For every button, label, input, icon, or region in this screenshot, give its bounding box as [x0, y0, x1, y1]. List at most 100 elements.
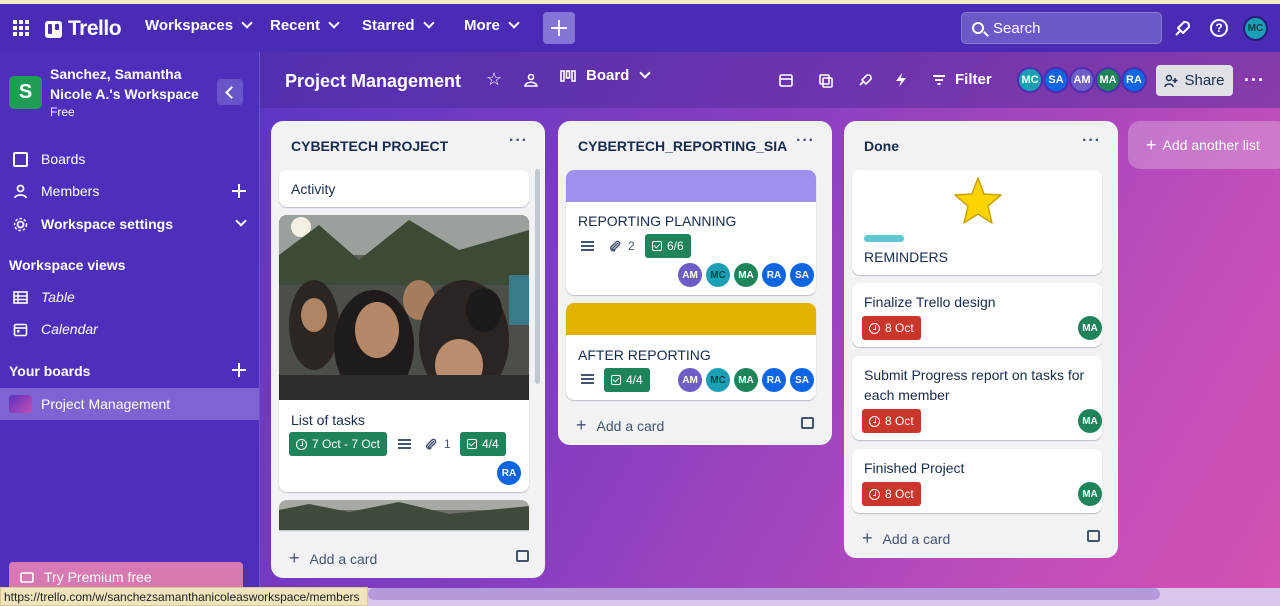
- list-scrollbar[interactable]: [535, 169, 540, 384]
- list-menu-icon[interactable]: ···: [796, 132, 815, 150]
- card-activity[interactable]: Activity: [279, 170, 529, 207]
- sidebar-board-project-management[interactable]: Project Management: [0, 388, 259, 420]
- premium-icon: [20, 572, 34, 583]
- board-view-label: Board: [586, 67, 630, 84]
- filter-button[interactable]: Filter: [932, 71, 992, 88]
- automation-bolt-icon[interactable]: [893, 72, 909, 88]
- recent-menu[interactable]: Recent: [270, 17, 340, 34]
- due-date-badge[interactable]: 8 Oct: [862, 482, 921, 506]
- sidebar-item-calendar[interactable]: Calendar: [0, 313, 259, 345]
- card-member-avatar[interactable]: MC: [706, 368, 730, 392]
- board-view-switcher[interactable]: Board: [560, 67, 652, 84]
- board-member-avatar[interactable]: AM: [1069, 67, 1095, 93]
- board-member-avatar[interactable]: SA: [1043, 67, 1069, 93]
- calendar-power-up-icon[interactable]: [778, 72, 794, 88]
- card-member-avatar[interactable]: MC: [706, 263, 730, 287]
- card-label-color[interactable]: [864, 235, 904, 242]
- star-sticker-icon: [954, 177, 1002, 224]
- card-member-avatar[interactable]: MA: [1078, 316, 1102, 340]
- sidebar-item-members[interactable]: Members: [0, 175, 259, 207]
- card-cover-photo: [279, 215, 529, 400]
- due-date-badge[interactable]: 8 Oct: [862, 316, 921, 340]
- add-card-button[interactable]: + Add a card: [862, 528, 950, 549]
- list-title[interactable]: CYBERTECH PROJECT: [291, 138, 448, 154]
- card-finalize-trello-design[interactable]: Finalize Trello design 8 Oct MA: [852, 283, 1102, 347]
- create-board-icon[interactable]: [232, 363, 246, 377]
- share-button[interactable]: Share: [1156, 65, 1233, 96]
- card-member-avatar[interactable]: MA: [734, 368, 758, 392]
- add-list-label: Add another list: [1162, 137, 1260, 153]
- power-ups-rocket-icon[interactable]: [857, 72, 873, 88]
- add-another-list-button[interactable]: + Add another list: [1128, 121, 1280, 169]
- browser-status-url: https://trello.com/w/sanchezsamanthanico…: [0, 587, 368, 606]
- starred-menu[interactable]: Starred: [362, 17, 435, 34]
- card-reminders[interactable]: REMINDERS: [852, 170, 1102, 275]
- checklist-count: 4/4: [482, 437, 499, 451]
- app-switcher-icon[interactable]: [13, 20, 29, 36]
- chevron-down-icon: [639, 67, 652, 79]
- card-template-icon[interactable]: [516, 550, 529, 562]
- card-member-avatar[interactable]: RA: [497, 461, 521, 485]
- table-icon: [13, 290, 28, 304]
- list-title[interactable]: Done: [864, 138, 899, 154]
- card-member-avatar[interactable]: MA: [734, 263, 758, 287]
- card-submit-progress-report[interactable]: Submit Progress report on tasks for each…: [852, 356, 1102, 440]
- sidebar-item-label: Members: [41, 183, 100, 199]
- card-member-avatar[interactable]: AM: [678, 368, 702, 392]
- board-member-avatar[interactable]: RA: [1121, 67, 1147, 93]
- board-member-avatar[interactable]: MA: [1095, 67, 1121, 93]
- more-menu[interactable]: More: [464, 17, 520, 34]
- sidebar-item-boards[interactable]: Boards: [0, 143, 259, 175]
- star-icon[interactable]: ☆: [486, 69, 502, 90]
- card-cover-color: [566, 303, 816, 335]
- card-aging-icon[interactable]: [818, 72, 834, 88]
- date-badge[interactable]: 7 Oct - 7 Oct: [289, 432, 388, 456]
- checklist-icon: [611, 375, 621, 385]
- workspace-header: S: [9, 66, 42, 109]
- trello-logo[interactable]: Trello: [45, 17, 122, 41]
- collapse-sidebar-button[interactable]: [217, 79, 243, 105]
- add-member-icon[interactable]: [232, 184, 246, 198]
- card-member-avatar[interactable]: SA: [790, 368, 814, 392]
- user-avatar[interactable]: MC: [1243, 16, 1268, 41]
- card-photo-partial[interactable]: [279, 500, 529, 530]
- sidebar-item-table[interactable]: Table: [0, 281, 259, 313]
- card-reporting-planning[interactable]: REPORTING PLANNING 2 6/6 AM MC MA RA SA: [566, 170, 816, 295]
- card-template-icon[interactable]: [801, 417, 814, 429]
- card-list-of-tasks[interactable]: List of tasks 7 Oct - 7 Oct 1 4/4 RA: [279, 215, 529, 492]
- card-member-avatar[interactable]: SA: [790, 263, 814, 287]
- add-card-button[interactable]: + Add a card: [289, 548, 377, 569]
- notifications-rocket-icon[interactable]: [1172, 19, 1192, 39]
- card-member-avatar[interactable]: RA: [762, 368, 786, 392]
- create-button[interactable]: [543, 12, 575, 44]
- card-member-avatar[interactable]: RA: [762, 263, 786, 287]
- list-menu-icon[interactable]: ···: [509, 132, 528, 150]
- list-menu-icon[interactable]: ···: [1082, 132, 1101, 150]
- workspaces-menu[interactable]: Workspaces: [145, 17, 253, 34]
- due-date-badge[interactable]: 8 Oct: [862, 409, 921, 433]
- search-input[interactable]: Search: [961, 12, 1162, 44]
- card-after-reporting[interactable]: AFTER REPORTING 4/4 AM MC MA RA SA: [566, 303, 816, 400]
- board-member-avatar[interactable]: MC: [1017, 67, 1043, 93]
- help-icon[interactable]: ?: [1210, 19, 1228, 37]
- visibility-icon[interactable]: [523, 72, 539, 88]
- plus-icon: +: [576, 415, 587, 435]
- board-canvas: Project Management ☆ Board Filter MC SA …: [260, 52, 1280, 588]
- add-card-button[interactable]: + Add a card: [576, 415, 664, 436]
- board-horizontal-scrollbar[interactable]: [368, 588, 1280, 606]
- card-member-avatar[interactable]: MA: [1078, 409, 1102, 433]
- card-member-avatar[interactable]: AM: [678, 263, 702, 287]
- board-title[interactable]: Project Management: [285, 71, 461, 92]
- card-title: Submit Progress report on tasks for each…: [864, 367, 1085, 403]
- list-title[interactable]: CYBERTECH_REPORTING_SIA: [578, 138, 787, 154]
- top-navigation-bar: Trello Workspaces Recent Starred More Se…: [0, 4, 1280, 52]
- scrollbar-thumb[interactable]: [368, 588, 1160, 600]
- card-finished-project[interactable]: Finished Project 8 Oct MA: [852, 449, 1102, 513]
- card-title: Finished Project: [864, 460, 965, 476]
- board-menu-icon[interactable]: ···: [1244, 70, 1265, 91]
- card-title: Activity: [291, 181, 336, 197]
- plus-icon: +: [1146, 134, 1157, 155]
- card-member-avatar[interactable]: MA: [1078, 482, 1102, 506]
- card-template-icon[interactable]: [1087, 530, 1100, 542]
- sidebar-item-workspace-settings[interactable]: Workspace settings: [0, 208, 259, 240]
